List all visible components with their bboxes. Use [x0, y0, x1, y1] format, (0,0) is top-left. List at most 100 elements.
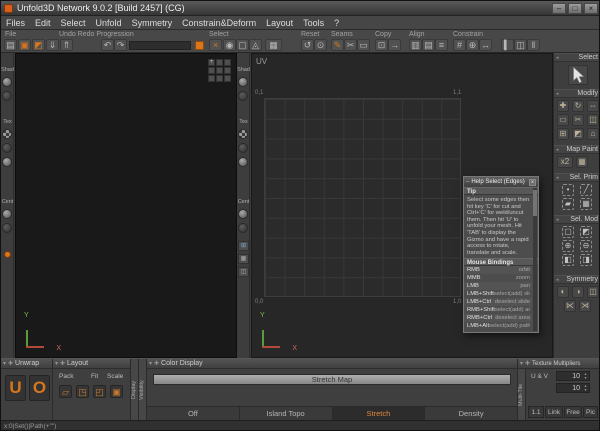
link-button[interactable]: Link [545, 406, 563, 418]
select-vertex-icon[interactable]: • [562, 184, 574, 196]
constrain-axis-icon[interactable]: ↔ [479, 39, 492, 51]
progression-stop-button[interactable] [195, 41, 204, 50]
viewport-layout-cell[interactable] [224, 67, 231, 74]
mode-island-topo-button[interactable]: Island Topo [240, 407, 333, 420]
frame-selection-icon[interactable] [2, 223, 12, 233]
u-multiplier-field[interactable]: 10 ▴▾ [556, 371, 590, 381]
open-file-icon[interactable]: ▣ [18, 39, 31, 51]
seam-pen-icon[interactable]: ✎ [331, 39, 344, 51]
fit-tab[interactable]: Fit [91, 373, 98, 380]
center-view-icon[interactable] [2, 209, 12, 219]
reset-pin-icon[interactable]: ⊙ [314, 39, 327, 51]
cut-tool-icon[interactable]: ✂ [572, 114, 584, 126]
sidebar-section-map-paint[interactable]: ◂ Map Paint [554, 145, 600, 154]
texture-multipliers-header[interactable]: ▾ ✚ Texture Multipliers [518, 359, 600, 369]
mode-off-button[interactable]: Off [147, 407, 240, 420]
help-scrollbar-thumb[interactable] [533, 190, 537, 216]
uv-frame-selection-icon[interactable] [238, 223, 248, 233]
menu-symmetry[interactable]: Symmetry [127, 18, 178, 28]
collapse-icon[interactable]: ▾ [55, 360, 58, 367]
viewport-layout-add-icon[interactable]: + [208, 59, 215, 66]
pack-icon[interactable]: ▱ [59, 385, 72, 398]
viewport-layout-cell[interactable] [216, 59, 223, 66]
export-icon[interactable]: ⇑ [60, 39, 73, 51]
sidebar-section-select[interactable]: ◂ Select [554, 53, 600, 62]
home-tool-icon[interactable]: ⌂ [587, 128, 599, 140]
viewport-3d[interactable]: + Y X [15, 53, 237, 358]
symmetry-right-icon[interactable]: ◑ [572, 286, 584, 298]
panel-toggle-icon[interactable]: ▍ [501, 39, 514, 51]
select-tool-button[interactable] [568, 65, 588, 85]
pivot-icon[interactable] [4, 251, 11, 258]
reset-uv-icon[interactable]: ↺ [301, 39, 314, 51]
split-view-icon[interactable]: ◫ [514, 39, 527, 51]
uv-no-texture-icon[interactable] [238, 143, 248, 153]
weld-tool-icon[interactable]: ◫ [587, 114, 599, 126]
uv-material-sphere-icon[interactable] [238, 157, 248, 167]
collapse-icon[interactable]: ▾ [149, 360, 152, 367]
plus-icon[interactable]: ✚ [60, 360, 65, 367]
copy-uv-icon[interactable]: ⊡ [375, 39, 388, 51]
import-icon[interactable]: ⇓ [46, 39, 59, 51]
menu-select[interactable]: Select [56, 18, 91, 28]
symmetry-plane-icon[interactable]: ◫ [587, 286, 599, 298]
save-file-icon[interactable]: ◩ [32, 39, 45, 51]
align-distribute-icon[interactable]: ≡ [435, 39, 448, 51]
menu-files[interactable]: Files [1, 18, 30, 28]
checker-texture-icon[interactable] [2, 129, 12, 139]
unwrap-panel-header[interactable]: ▾ ✚ Unwrap [1, 359, 52, 369]
move-tool-icon[interactable]: ✚ [557, 100, 569, 112]
unfold-button[interactable]: U [5, 375, 26, 401]
sidebar-section-sel-mod[interactable]: ◂ Sel. Mod [554, 215, 600, 224]
viewport-layout-cell[interactable] [208, 75, 215, 82]
collapse-icon[interactable]: ▾ [3, 360, 6, 367]
scale-tool-icon[interactable]: ⇔ [587, 100, 599, 112]
uv-snap-grid-icon[interactable]: ⊞ [238, 241, 249, 251]
redo-icon[interactable]: ↷ [114, 39, 127, 51]
menu-tools[interactable]: Tools [298, 18, 329, 28]
selmod-shrink-icon[interactable]: ⊖ [580, 240, 592, 252]
u-spinner-arrows[interactable]: ▴▾ [582, 372, 589, 380]
sidebar-section-sel-prim[interactable]: ◂ Sel. Prim [554, 173, 600, 182]
viewport-layout-cell[interactable] [216, 67, 223, 74]
help-scrollbar[interactable] [533, 188, 537, 331]
plus-icon[interactable]: ✚ [525, 360, 530, 367]
uv-checker-texture-icon[interactable] [238, 129, 248, 139]
ratio-button[interactable]: 1.1 [528, 406, 544, 418]
selmod-grow-icon[interactable]: ⊕ [562, 240, 574, 252]
menu-layout[interactable]: Layout [261, 18, 298, 28]
optimize-button[interactable]: O [29, 375, 50, 401]
sidebar-section-symmetry[interactable]: ◂ Symmetry [554, 275, 600, 284]
viewport-layout-cell[interactable] [216, 75, 223, 82]
spin-down-icon[interactable]: ▾ [584, 388, 586, 392]
fit-icon[interactable]: ◰ [93, 385, 106, 398]
dual-view-icon[interactable]: ‖ [527, 39, 540, 51]
menu-constrain-deform[interactable]: Constrain&Deform [177, 18, 261, 28]
symmetry-left-icon[interactable]: ◐ [557, 286, 569, 298]
uv-stack-icon[interactable]: ◫ [238, 267, 249, 277]
marquee-select-icon[interactable]: ▢ [236, 39, 249, 51]
maximize-button[interactable]: □ [568, 3, 582, 14]
symmetry-mirror-l-icon[interactable]: ⋉ [564, 300, 576, 312]
map-x2-icon[interactable]: x2 [557, 156, 573, 168]
scale-icon[interactable]: ▣ [110, 385, 123, 398]
selmod-box-icon[interactable]: ▢ [562, 226, 574, 238]
no-texture-icon[interactable] [2, 143, 12, 153]
align-horizontal-icon[interactable]: ▤ [422, 39, 435, 51]
paste-uv-icon[interactable]: → [388, 39, 401, 51]
menu-unfold[interactable]: Unfold [91, 18, 127, 28]
seam-knife-icon[interactable]: ✂ [344, 39, 357, 51]
minimize-button[interactable]: – [552, 3, 566, 14]
viewport-layout-cell[interactable] [224, 59, 231, 66]
rect-tool-icon[interactable]: ▭ [557, 114, 569, 126]
v-spinner-arrows[interactable]: ▴▾ [582, 384, 589, 392]
select-edge-icon[interactable]: ╱ [580, 184, 592, 196]
material-sphere-icon[interactable] [2, 157, 12, 167]
uv-shaded-sphere-icon[interactable] [238, 77, 248, 87]
pack-alt-icon[interactable]: ◳ [76, 385, 89, 398]
uv-wireframe-sphere-icon[interactable] [238, 91, 248, 101]
selmod-invert-icon[interactable]: ◩ [580, 226, 592, 238]
help-panel-titlebar[interactable]: – Help Select (Edges) × [464, 177, 538, 187]
symmetry-mirror-r-icon[interactable]: ⋊ [579, 300, 591, 312]
scale-tab[interactable]: Scale [107, 373, 123, 380]
